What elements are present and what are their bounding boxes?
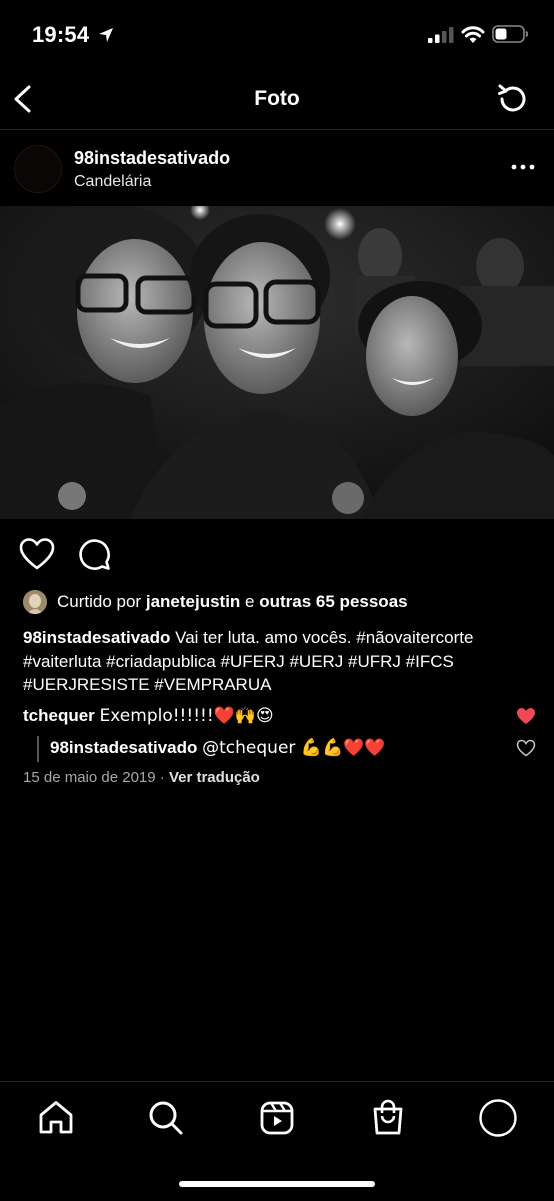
likes-others[interactable]: outras 65 pessoas [259,592,407,611]
post-photo[interactable] [0,206,554,519]
reply-indent-bar [37,736,39,762]
cellular-signal-icon [428,27,454,43]
shop-icon[interactable] [368,1098,408,1138]
comment-username[interactable]: tchequer [23,706,95,725]
profile-icon[interactable] [478,1098,518,1138]
likes-middle: e [245,592,255,611]
caption-username[interactable]: 98instadesativado [23,628,170,647]
more-options-icon[interactable] [508,157,538,177]
post-location[interactable]: Candelária [74,173,151,191]
reply-text: @tchequer 💪💪❤️❤️ [202,738,386,758]
translate-link[interactable]: Ver tradução [169,769,260,786]
reels-icon[interactable] [257,1098,297,1138]
reply-like-heart-icon[interactable] [516,739,536,757]
like-heart-icon[interactable] [19,537,55,571]
post-actions [0,530,554,578]
post-username[interactable]: 98instadesativado [74,148,230,169]
search-icon[interactable] [146,1098,186,1138]
reply-username[interactable]: 98instadesativado [50,738,197,757]
reply-row: 98instadesativado @tchequer 💪💪❤️❤️ [50,736,385,760]
post-header: 98instadesativado Candelária [0,140,554,204]
avatar[interactable] [14,145,62,193]
battery-icon [492,25,529,43]
header-divider [0,129,554,130]
date-separator: · [159,769,165,786]
refresh-icon[interactable] [496,82,530,116]
liker-avatar [23,590,47,614]
post-date-row: 15 de maio de 2019 · Ver tradução [23,769,260,786]
status-time: 19:54 [32,22,90,47]
home-icon[interactable] [36,1098,76,1138]
nav-header: Foto [0,70,554,128]
comment-liked-heart-icon[interactable] [516,707,536,725]
comment-row: tchequer Exemplo!!!!!!❤️🙌😍 [23,704,503,728]
post-caption: 98instadesativado Vai ter luta. amo você… [23,626,533,697]
likes-prefix: Curtido por [57,592,142,611]
comment-text: Exemplo!!!!!!❤️🙌😍 [99,706,274,726]
post-date: 15 de maio de 2019 [23,769,156,786]
page-title: Foto [254,87,300,110]
status-bar: 19:54 [0,0,554,70]
location-arrow-icon [99,28,113,42]
likes-text: Curtido por janetejustin e outras 65 pes… [57,592,408,612]
home-indicator [179,1181,375,1187]
likes-user[interactable]: janetejustin [146,592,240,611]
comment-bubble-icon[interactable] [77,537,111,571]
wifi-icon [461,26,485,43]
